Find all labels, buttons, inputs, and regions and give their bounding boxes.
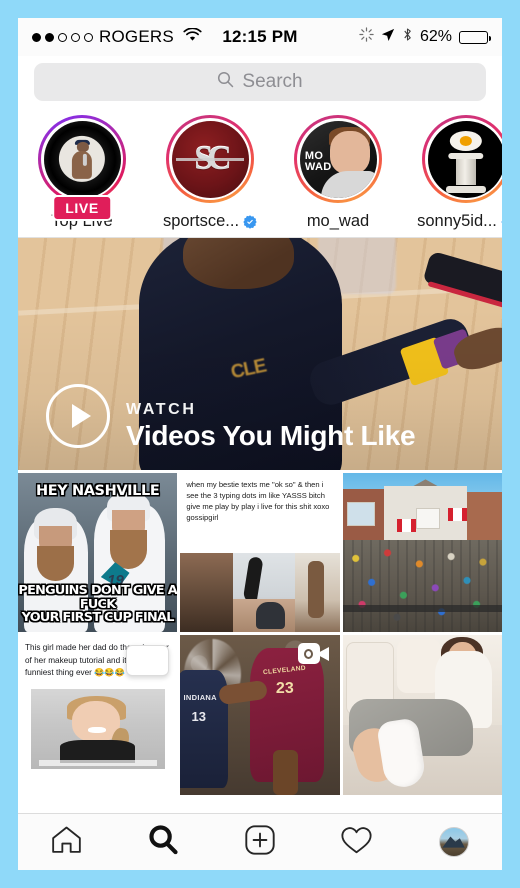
hero-text-block: WATCH Videos You Might Like bbox=[126, 400, 416, 451]
hero-title: Videos You Might Like bbox=[126, 419, 416, 451]
hero-player-head bbox=[182, 238, 294, 290]
story-label: mo_wad bbox=[307, 212, 369, 231]
egg-pillar-avatar bbox=[427, 120, 502, 198]
canadian-flag-icon bbox=[396, 519, 417, 532]
battery-percent-label: 62% bbox=[419, 28, 452, 45]
home-icon bbox=[51, 825, 82, 859]
carrier-name: ROGERS bbox=[99, 27, 174, 46]
video-camera-icon bbox=[298, 643, 329, 664]
verified-badge-icon bbox=[501, 220, 502, 225]
bluetooth-icon bbox=[402, 27, 413, 47]
story-ring: SC bbox=[166, 115, 254, 203]
tab-activity[interactable] bbox=[308, 825, 405, 860]
search-input[interactable]: Search bbox=[34, 63, 486, 101]
live-badge: LIVE bbox=[52, 195, 112, 221]
avatar-overlay-text: MO WAD bbox=[304, 150, 332, 174]
grid-post-toy-house[interactable] bbox=[342, 473, 502, 633]
meme-top-caption: HEY NASHVILLE bbox=[36, 483, 160, 500]
heart-icon bbox=[340, 825, 373, 860]
tab-add-post[interactable] bbox=[212, 824, 309, 860]
verified-badge-icon bbox=[243, 214, 257, 229]
wifi-icon bbox=[183, 26, 202, 47]
loading-spinner-icon bbox=[359, 27, 374, 47]
hero-kicker: WATCH bbox=[126, 400, 197, 418]
tab-profile[interactable] bbox=[405, 827, 502, 857]
meme-bottom-line-2: YOUR FIRST CUP FINAL bbox=[21, 610, 175, 626]
search-section: Search bbox=[18, 56, 502, 111]
plus-square-icon bbox=[245, 824, 275, 860]
hero-video-banner[interactable]: CLE WATCH Videos You Might Like bbox=[18, 238, 502, 470]
story-username: sportsce... bbox=[162, 212, 240, 230]
story-item-sportscenter[interactable]: SC sportsce... bbox=[146, 115, 274, 231]
stories-tray[interactable]: LIVE Top Live SC sportsce... MO WAD mo_w… bbox=[18, 111, 502, 238]
story-username: mo_wad bbox=[306, 212, 370, 230]
meme-bottom-caption: PENGUINS DONT GIVE A FUCK YOUR FIRST CUP… bbox=[18, 584, 177, 624]
tab-search[interactable] bbox=[115, 824, 212, 860]
story-item-mo-wad[interactable]: MO WAD mo_wad bbox=[274, 115, 402, 231]
story-ring bbox=[422, 115, 502, 203]
opponent-team-text: INDIANA bbox=[183, 692, 217, 702]
story-label: sonny5id... bbox=[417, 212, 502, 231]
status-bar-right: 62% bbox=[359, 27, 492, 47]
signal-strength-dots bbox=[32, 32, 93, 42]
location-arrow-icon bbox=[381, 28, 395, 47]
status-bar: ROGERS 12:15 PM 62% bbox=[18, 18, 502, 56]
hero-cta[interactable]: WATCH Videos You Might Like bbox=[46, 384, 416, 451]
explore-grid: 19 HEY NASHVILLE PENGUINS DONT GIVE A FU… bbox=[18, 470, 502, 795]
story-item-sonny5ideup[interactable]: sonny5id... bbox=[402, 115, 502, 231]
grid-post-leg-cast[interactable] bbox=[342, 635, 502, 795]
play-circle-icon[interactable] bbox=[46, 384, 110, 448]
story-item-top-live[interactable]: LIVE Top Live bbox=[18, 115, 146, 231]
search-placeholder: Search bbox=[242, 71, 303, 92]
mo-wad-avatar: MO WAD bbox=[299, 120, 377, 198]
phone-screen: ROGERS 12:15 PM 62% Search LIVE Top Live… bbox=[18, 18, 502, 870]
grid-post-gossipgirl-text[interactable]: when my bestie texts me "ok so" & then i… bbox=[180, 473, 340, 633]
post-video-thumbnail bbox=[30, 689, 165, 770]
post-photo bbox=[180, 552, 340, 633]
grid-post-hockey-meme[interactable]: 19 HEY NASHVILLE PENGUINS DONT GIVE A FU… bbox=[18, 473, 178, 633]
battery-icon bbox=[459, 30, 492, 44]
story-username: sonny5id... bbox=[417, 212, 497, 230]
profile-avatar-icon bbox=[438, 827, 469, 857]
search-icon bbox=[148, 824, 179, 860]
opponent-player-number: 13 bbox=[191, 708, 206, 724]
story-label: sportsce... bbox=[163, 212, 257, 231]
story-ring-live bbox=[38, 115, 126, 203]
tooltip-popover bbox=[125, 644, 170, 676]
player-number: 23 bbox=[275, 679, 294, 697]
canadian-flag-icon bbox=[447, 508, 468, 521]
sportscenter-avatar: SC bbox=[171, 120, 249, 198]
grid-post-makeup-tutorial-tweet[interactable]: This girl made her dad do the voiceover … bbox=[18, 635, 178, 795]
top-live-avatar bbox=[43, 120, 121, 198]
post-text: when my bestie texts me "ok so" & then i… bbox=[186, 480, 330, 523]
grid-post-basketball-video[interactable]: INDIANA 13 CLEVELAND 23 bbox=[180, 635, 340, 795]
meme-bottom-line-1: PENGUINS DONT GIVE A FUCK bbox=[18, 583, 177, 612]
status-bar-left: ROGERS bbox=[32, 26, 202, 47]
tab-home[interactable] bbox=[18, 825, 115, 859]
bottom-tab-bar[interactable] bbox=[18, 813, 502, 870]
search-icon bbox=[217, 71, 234, 93]
story-ring: MO WAD bbox=[294, 115, 382, 203]
